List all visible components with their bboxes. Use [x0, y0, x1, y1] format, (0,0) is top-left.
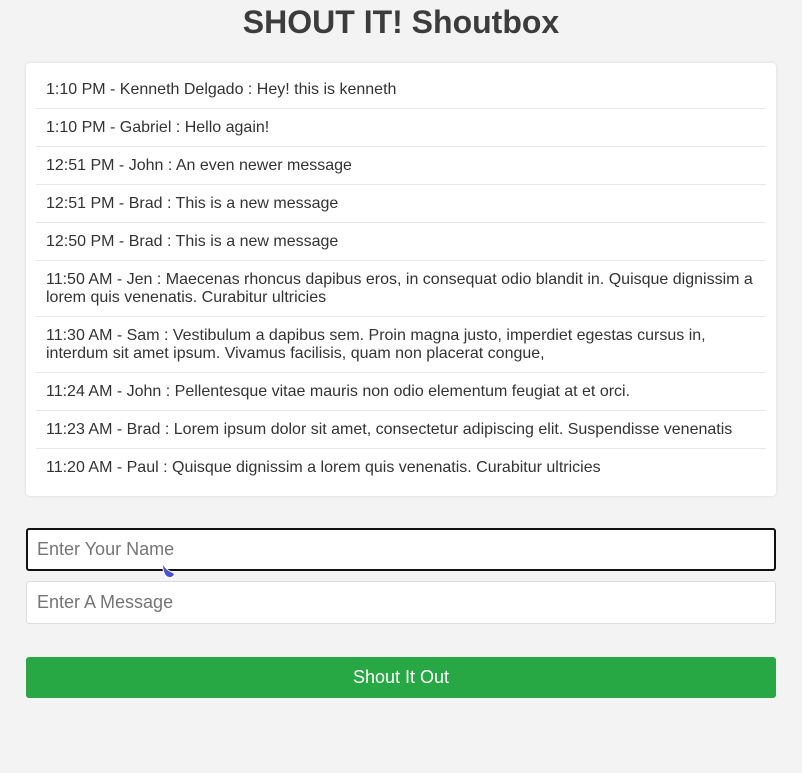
shout-item: 12:51 PM - John : An even newer message — [36, 147, 766, 185]
page-title: SHOUT IT! Shoutbox — [242, 4, 560, 40]
shout-item: 12:50 PM - Brad : This is a new message — [36, 223, 766, 261]
name-input[interactable] — [26, 528, 776, 571]
shout-item: 11:30 AM - Sam : Vestibulum a dapibus se… — [36, 317, 766, 373]
message-input[interactable] — [26, 581, 776, 624]
shout-item: 12:51 PM - Brad : This is a new message — [36, 185, 766, 223]
shout-item: 11:23 AM - Brad : Lorem ipsum dolor sit … — [36, 411, 766, 449]
shout-list-panel: 1:10 PM - Kenneth Delgado : Hey! this is… — [26, 63, 776, 496]
shout-item: 1:10 PM - Gabriel : Hello again! — [36, 109, 766, 147]
shout-item: 1:10 PM - Kenneth Delgado : Hey! this is… — [36, 71, 766, 109]
shout-item: 11:24 AM - John : Pellentesque vitae mau… — [36, 373, 766, 411]
shout-item: 11:20 AM - Paul : Quisque dignissim a lo… — [46, 459, 601, 476]
shout-item: 11:50 AM - Jen : Maecenas rhoncus dapibu… — [36, 261, 766, 317]
shout-it-out-button[interactable]: Shout It Out — [26, 657, 776, 698]
shout-list: 1:10 PM - Kenneth Delgado : Hey! this is… — [36, 71, 766, 486]
shoutbox-page: SHOUT IT! Shoutbox 1:10 PM - Kenneth Del… — [0, 0, 802, 773]
